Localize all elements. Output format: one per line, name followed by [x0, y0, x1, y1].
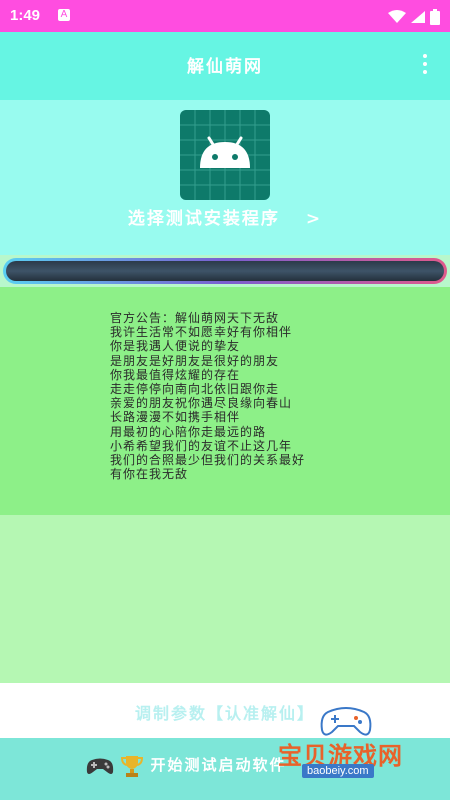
announcement-text: 官方公告：解仙萌网天下无敌 我许生活常不如愿幸好有你相伴 你是我遇人便说的挚友 …: [110, 311, 410, 481]
announcement-line: 用最初的心陪你走最远的路: [110, 424, 267, 439]
game-controller-watermark-icon: [320, 707, 372, 736]
status-icons: [387, 8, 440, 26]
announcement-line: 是朋友是好朋友是很好的朋友: [110, 353, 280, 368]
progress-strip: [0, 255, 450, 287]
announcement-line: 走走停停向南向北依旧跟你走: [110, 382, 280, 397]
announcement-line: 官方公告：解仙萌网天下无敌: [110, 311, 280, 325]
signal-icon: [410, 11, 425, 24]
android-app-icon[interactable]: [180, 110, 270, 200]
status-bar: 1:49 A: [0, 0, 450, 32]
announcement-line: 小希希望我们的友谊不止这几年: [110, 438, 293, 453]
announcement-line: 我们的合照最少但我们的关系最好: [110, 453, 306, 468]
wifi-icon: [387, 10, 406, 24]
select-install-program[interactable]: 选择测试安装程序 >: [0, 204, 450, 229]
start-test-label: 开始测试启动软件: [150, 756, 287, 774]
announcement-line: 你是我遇人便说的挚友: [110, 339, 241, 354]
android-icon: [180, 110, 270, 200]
announcement-line: 我许生活常不如愿幸好有你相伴: [110, 325, 293, 340]
notification-icon: A: [58, 9, 70, 21]
app-title: 解仙萌网: [187, 57, 263, 77]
site-watermark: 宝贝游戏网 baobeiy.com: [268, 700, 428, 790]
announcement-panel: 官方公告：解仙萌网天下无敌 我许生活常不如愿幸好有你相伴 你是我遇人便说的挚友 …: [0, 287, 450, 515]
announcement-line: 有你在我无敌: [110, 467, 189, 482]
progress-track: [6, 261, 444, 281]
select-label: 选择测试安装程序: [127, 209, 280, 229]
more-options-icon[interactable]: [422, 54, 428, 78]
watermark-url: baobeiy.com: [302, 764, 374, 778]
empty-area: [0, 515, 450, 683]
progress-bar: [3, 258, 447, 284]
battery-icon: [430, 9, 440, 26]
app-bar: 解仙萌网: [0, 32, 450, 100]
gamepad-icon: [86, 758, 114, 774]
announcement-line: 长路漫漫不如携手相伴: [110, 410, 241, 425]
status-time: 1:49: [10, 7, 41, 24]
announcement-line: 亲爱的朋友祝你遇尽良缘向春山: [110, 396, 293, 411]
hero-section: 选择测试安装程序 >: [0, 100, 450, 255]
announcement-line: 你我最值得炫耀的存在: [110, 367, 241, 382]
chevron-right-icon: >: [305, 209, 323, 229]
trophy-icon: [121, 756, 144, 777]
